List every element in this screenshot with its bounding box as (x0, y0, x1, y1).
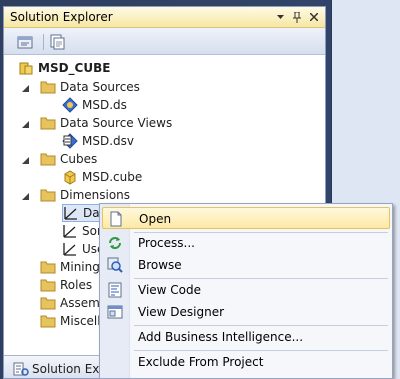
folder-mining[interactable]: Mining (40, 258, 100, 276)
folder-label: Cubes (60, 152, 98, 166)
panel-title: Solution Explorer (10, 10, 113, 24)
pin-icon[interactable] (290, 9, 304, 25)
menu-item-add-bi[interactable]: Add Business Intelligence... (102, 326, 390, 348)
menu-item-view-designer[interactable]: View Designer (102, 301, 390, 323)
open-icon (108, 211, 124, 227)
menu-label: Process... (138, 236, 195, 250)
menu-label: Open (139, 212, 172, 226)
item-label: MSD.cube (82, 170, 143, 184)
menu-item-open[interactable]: Open (102, 207, 390, 229)
folder-icon (40, 79, 56, 95)
menu-item-process[interactable]: Process... (102, 232, 390, 254)
folder-icon (40, 313, 56, 329)
collapse-arrow-icon[interactable] (21, 156, 29, 164)
process-icon (107, 235, 123, 251)
menu-label: Add Business Intelligence... (138, 330, 304, 344)
menu-item-exclude[interactable]: Exclude From Project (102, 351, 390, 373)
show-all-files-icon[interactable] (47, 32, 67, 52)
properties-icon[interactable] (15, 32, 35, 52)
menu-label: Exclude From Project (138, 355, 264, 369)
folder-data-source-views[interactable]: Data Source Views (40, 114, 172, 132)
folder-icon (40, 115, 56, 131)
item-msd-cube[interactable]: MSD.cube (62, 168, 142, 186)
menu-label: Browse (138, 258, 182, 272)
folder-label: Data Source Views (60, 116, 173, 130)
collapse-arrow-icon[interactable] (21, 84, 29, 92)
menu-label: View Designer (138, 305, 225, 319)
folder-icon (40, 187, 56, 203)
folder-icon (40, 151, 56, 167)
folder-label: Data Sources (60, 80, 140, 94)
project-label: MSD_CUBE (38, 61, 111, 75)
dimension-icon (63, 205, 79, 221)
collapse-arrow-icon[interactable] (21, 192, 29, 200)
item-msd-ds[interactable]: MSD.ds (62, 96, 127, 114)
folder-roles[interactable]: Roles (40, 276, 92, 294)
folder-icon (40, 259, 56, 275)
close-icon[interactable] (307, 9, 321, 25)
view-code-icon (107, 282, 123, 298)
folder-icon (40, 277, 56, 293)
folder-icon (40, 295, 56, 311)
browse-icon (107, 257, 123, 273)
data-source-icon (62, 97, 78, 113)
menu-item-browse[interactable]: Browse (102, 254, 390, 276)
context-menu: Open Process... Browse View Code View De… (99, 203, 393, 379)
item-msd-dsv[interactable]: MSD.dsv (62, 132, 134, 150)
dropdown-icon[interactable] (273, 9, 287, 25)
solution-explorer-icon (13, 361, 29, 378)
cube-icon (62, 169, 78, 185)
folder-label: Dimensions (60, 188, 131, 202)
folder-data-sources[interactable]: Data Sources (40, 78, 140, 96)
toolbar-separator (43, 34, 44, 50)
project-icon (18, 60, 34, 76)
folder-cubes[interactable]: Cubes (40, 150, 97, 168)
folder-label: Mining (60, 260, 100, 274)
folder-miscellaneous[interactable]: Miscella (40, 312, 108, 330)
view-designer-icon (107, 304, 123, 320)
menu-label: View Code (138, 283, 202, 297)
folder-assemblies[interactable]: Assemb (40, 294, 107, 312)
dimension-icon (62, 241, 78, 257)
folder-label: Roles (60, 278, 93, 292)
folder-dimensions[interactable]: Dimensions (40, 186, 130, 204)
data-source-view-icon (62, 133, 78, 149)
collapse-arrow-icon[interactable] (21, 120, 29, 128)
dimension-icon (62, 223, 78, 239)
panel-toolbar (4, 28, 325, 55)
item-label: MSD.ds (82, 98, 127, 112)
item-label: MSD.dsv (82, 134, 134, 148)
panel-titlebar: Solution Explorer (4, 7, 325, 28)
menu-item-view-code[interactable]: View Code (102, 279, 390, 301)
project-node[interactable]: MSD_CUBE (18, 59, 110, 77)
